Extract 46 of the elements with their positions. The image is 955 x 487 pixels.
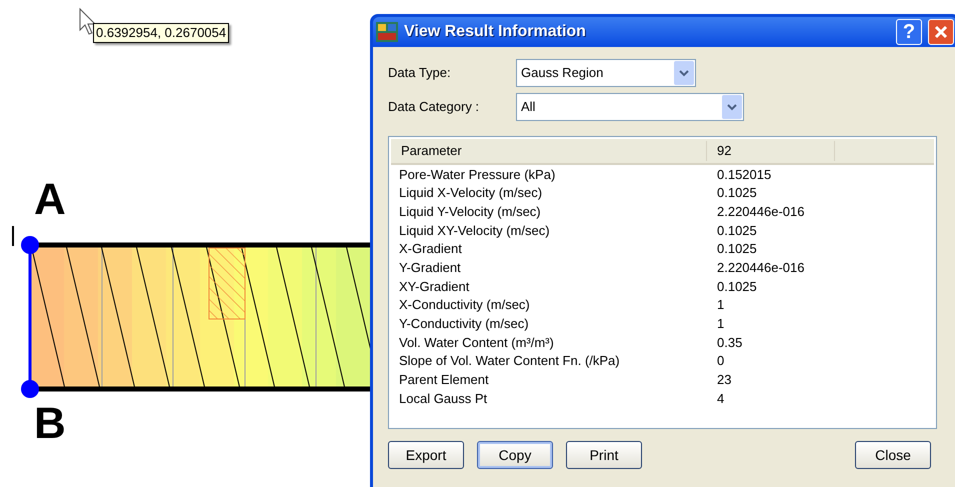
- table-cell-text: X-Conductivity (m/sec): [398, 296, 531, 314]
- table-cell-text: 0.1025: [716, 184, 757, 202]
- column-header[interactable]: Parameter: [391, 141, 707, 161]
- table-cell-text: 0.35: [716, 334, 742, 352]
- table-cell-text: Vol. Water Content (m³/m³): [398, 334, 555, 352]
- table-cell-text: Local Gauss Pt: [398, 390, 488, 408]
- close-icon[interactable]: [928, 19, 954, 45]
- table-cell-text: 2.220446e-016: [716, 202, 804, 221]
- point-label: A: [34, 176, 66, 224]
- mouse-cursor-icon: [80, 8, 96, 35]
- table-cell-text: Pore-Water Pressure (kPa): [398, 166, 556, 184]
- dialog-button[interactable]: Copy: [477, 441, 553, 469]
- point-label: B: [34, 400, 66, 448]
- table-cell-text: Liquid X-Velocity (m/sec): [398, 184, 544, 202]
- table-cell-text: Y-Conductivity (m/sec): [398, 315, 530, 334]
- table-cell-text: 0.1025: [716, 240, 757, 258]
- table-cell-text: 23: [716, 371, 732, 390]
- table-cell-text: 0.152015: [716, 166, 772, 184]
- table-cell-text: Slope of Vol. Water Content Fn. (/kPa): [398, 352, 621, 370]
- node-point[interactable]: [21, 380, 39, 398]
- help-button[interactable]: ?: [896, 19, 922, 45]
- table-cell-text: 0.1025: [716, 222, 757, 240]
- table-cell-text: 1: [716, 315, 724, 334]
- column-header[interactable]: 92: [707, 141, 835, 161]
- table-cell-text: 0.1025: [716, 278, 757, 296]
- table-cell-text: 1: [716, 296, 724, 314]
- table-cell-text: XY-Gradient: [398, 278, 470, 296]
- table-cell-text: 4: [716, 390, 724, 408]
- app-icon: [376, 22, 398, 42]
- table-cell-text: Liquid XY-Velocity (m/sec): [398, 222, 551, 240]
- dropdown-field[interactable]: Gauss Region: [516, 59, 696, 87]
- table-cell-text: 2.220446e-016: [716, 259, 804, 278]
- node-point[interactable]: [21, 236, 39, 254]
- table-cell-text: Parent Element: [398, 371, 490, 390]
- window-title: View Result Information: [404, 22, 587, 42]
- close-button[interactable]: Close: [855, 441, 931, 469]
- table-cell-text: Liquid Y-Velocity (m/sec): [398, 202, 542, 221]
- table-cell-text: 0: [716, 352, 724, 370]
- coordinate-tooltip: 0.6392954, 0.2670054: [93, 23, 230, 43]
- dropdown-field[interactable]: All: [516, 93, 744, 121]
- table-cell-text: Y-Gradient: [398, 259, 462, 278]
- dialog-button[interactable]: Export: [388, 441, 464, 469]
- table-cell-text: X-Gradient: [398, 240, 463, 258]
- dialog-button[interactable]: Print: [566, 441, 642, 469]
- field-label: Data Category :: [388, 98, 480, 116]
- field-label: Data Type:: [388, 64, 452, 82]
